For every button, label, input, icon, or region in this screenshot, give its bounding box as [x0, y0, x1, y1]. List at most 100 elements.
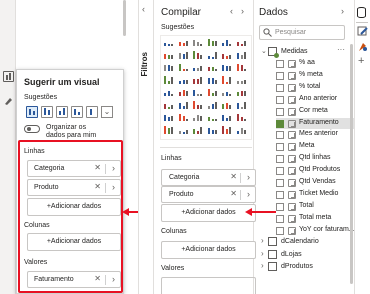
checkbox[interactable] [276, 167, 284, 176]
compilar-collapse-icon[interactable]: ‹ [230, 6, 233, 16]
visual-type-icon[interactable] [163, 100, 174, 111]
remove-icon[interactable]: ✕ [94, 163, 101, 172]
visual-type-icon[interactable] [163, 38, 174, 48]
compilar-linhas-add-button[interactable]: +Adicionar dados [161, 204, 256, 222]
visual-type-icon[interactable] [163, 75, 174, 86]
checkbox[interactable] [276, 95, 284, 104]
remove-icon[interactable]: ✕ [94, 274, 101, 283]
table-label[interactable]: dLojas [281, 251, 302, 258]
checkbox[interactable] [276, 202, 284, 211]
chevron-right-icon[interactable]: › [112, 163, 115, 173]
compilar-linhas-field-produto[interactable]: Produto ✕ › [161, 186, 256, 203]
suggestion-bar-icon[interactable] [56, 106, 68, 118]
dados-expand-icon[interactable]: › [341, 6, 344, 16]
format-pane-icon[interactable] [357, 25, 368, 36]
visual-type-icon[interactable] [206, 38, 218, 48]
remove-icon[interactable]: ✕ [94, 182, 101, 191]
visual-type-icon[interactable] [235, 50, 247, 61]
popup-colunas-add-button[interactable]: +Adicionar dados [27, 233, 121, 251]
suggestion-table-icon[interactable] [26, 106, 38, 118]
format-brush-icon[interactable] [3, 95, 14, 106]
popup-linhas-field-produto[interactable]: Produto ✕ › [27, 179, 121, 196]
organize-toggle[interactable] [24, 125, 40, 133]
visual-type-icon[interactable] [177, 75, 189, 86]
visual-type-icon[interactable] [221, 50, 232, 61]
table-label[interactable]: dCalendario [281, 238, 319, 245]
checkbox[interactable] [276, 60, 284, 68]
build-pane-icon[interactable] [357, 41, 368, 52]
chevron-right-icon[interactable]: › [247, 172, 250, 182]
visual-type-icon[interactable] [235, 100, 247, 111]
visual-type-icon[interactable] [235, 75, 247, 86]
chevron-right-icon[interactable]: › [112, 182, 115, 192]
checkbox[interactable] [276, 214, 284, 223]
build-visual-icon[interactable] [3, 71, 14, 82]
visual-type-icon[interactable] [221, 113, 232, 123]
visual-type-icon[interactable] [235, 125, 247, 136]
chevron-right-icon[interactable]: › [261, 261, 264, 270]
visual-type-icon[interactable] [192, 75, 203, 86]
visual-type-icon[interactable] [177, 50, 189, 61]
visual-type-icon[interactable] [192, 100, 203, 111]
visual-type-icon[interactable] [221, 75, 232, 86]
filtros-chevron-icon[interactable]: ‹ [142, 4, 145, 14]
chevron-right-icon[interactable]: › [261, 249, 264, 258]
visual-type-icon[interactable] [192, 63, 203, 73]
chevron-right-icon[interactable]: › [112, 274, 115, 284]
visual-type-icon[interactable] [206, 63, 218, 73]
remove-icon[interactable]: ✕ [230, 189, 237, 198]
visual-type-icon[interactable] [192, 125, 203, 136]
checkbox[interactable] [276, 226, 284, 235]
visual-type-icon[interactable] [206, 113, 218, 123]
chevron-right-icon[interactable]: › [247, 189, 250, 199]
visual-type-icon[interactable] [192, 38, 203, 48]
visual-type-icon[interactable] [206, 88, 218, 98]
filtros-tab[interactable] [138, 0, 154, 294]
visual-type-icon[interactable] [235, 113, 247, 123]
checkbox[interactable] [276, 107, 284, 116]
visual-type-icon[interactable] [163, 63, 174, 73]
checkbox[interactable] [276, 131, 284, 140]
chevron-down-icon[interactable]: ⌄ [261, 47, 267, 55]
visual-type-icon[interactable] [206, 50, 218, 61]
visual-type-icon[interactable] [192, 88, 203, 98]
suggestion-card-icon[interactable] [86, 106, 98, 118]
visual-type-icon[interactable] [221, 125, 232, 136]
visual-type-icon[interactable] [163, 88, 174, 98]
suggestion-column-icon[interactable] [71, 106, 83, 118]
visual-type-icon[interactable] [177, 113, 189, 123]
popup-linhas-field-categoria[interactable]: Categoria ✕ › [27, 160, 121, 177]
checkbox[interactable] [276, 119, 284, 128]
suggestion-matrix-icon[interactable] [41, 106, 53, 118]
visual-type-icon[interactable] [192, 113, 203, 123]
visual-type-icon[interactable] [206, 100, 218, 111]
compilar-valores-well[interactable] [161, 277, 256, 294]
visual-type-icon[interactable] [206, 75, 218, 86]
visual-type-icon[interactable] [177, 88, 189, 98]
visual-type-icon[interactable] [163, 125, 174, 136]
visual-type-icon[interactable] [235, 38, 247, 48]
suggestion-more-chevron-icon[interactable]: ⌄ [101, 106, 113, 118]
medidas-more-icon[interactable]: ··· [337, 45, 345, 54]
visual-type-icon[interactable] [163, 113, 174, 123]
checkbox[interactable] [276, 143, 284, 152]
compilar-linhas-field-categoria[interactable]: Categoria ✕ › [161, 169, 256, 186]
visual-type-icon[interactable] [177, 100, 189, 111]
remove-icon[interactable]: ✕ [230, 172, 237, 181]
compilar-colunas-add-button[interactable]: +Adicionar dados [161, 241, 256, 259]
table-label[interactable]: dProdutos [281, 263, 313, 270]
checkbox[interactable] [276, 83, 284, 92]
visual-type-icon[interactable] [221, 63, 232, 73]
scrollbar-thumb[interactable] [123, 0, 126, 36]
chevron-right-icon[interactable]: › [261, 236, 264, 245]
checkbox[interactable] [276, 190, 284, 199]
popup-valores-field-faturamento[interactable]: Faturamento ✕ › [27, 271, 121, 288]
visual-type-icon[interactable] [163, 50, 174, 61]
visual-type-icon[interactable] [235, 88, 247, 98]
visual-type-icon[interactable] [206, 125, 218, 136]
visual-type-icon[interactable] [192, 50, 203, 61]
compilar-expand-icon[interactable]: › [241, 6, 244, 16]
visual-type-icon[interactable] [177, 125, 189, 136]
data-pane-icon[interactable] [357, 7, 366, 18]
add-pane-icon[interactable]: + [358, 55, 364, 67]
